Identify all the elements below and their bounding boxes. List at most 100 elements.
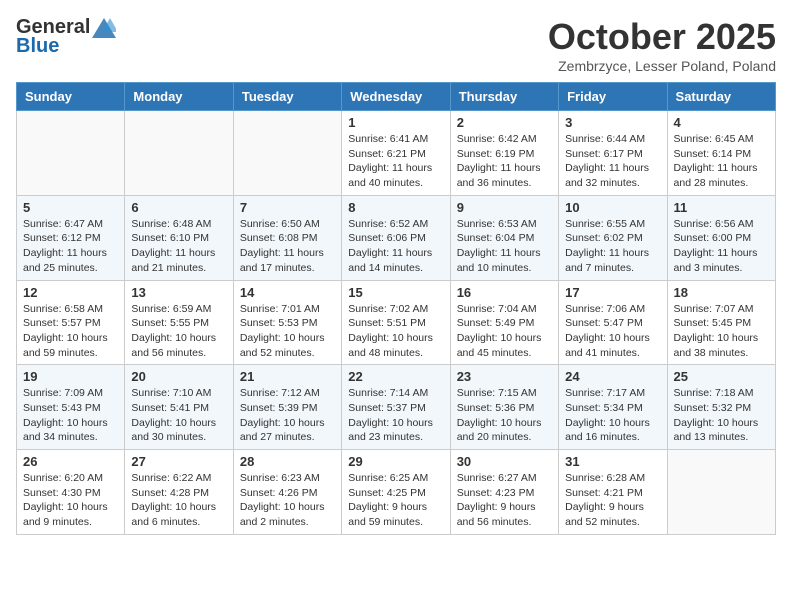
day-info: Sunrise: 6:55 AM Sunset: 6:02 PM Dayligh… [565, 217, 660, 276]
location-subtitle: Zembrzyce, Lesser Poland, Poland [548, 58, 776, 74]
day-number: 12 [23, 285, 118, 300]
column-header-saturday: Saturday [667, 83, 775, 111]
calendar-day-14: 14 Sunrise: 7:01 AM Sunset: 5:53 PM Dayli… [233, 280, 341, 365]
calendar-day-2: 2Sunrise: 6:42 AM Sunset: 6:19 PM Daylig… [450, 111, 558, 196]
day-info: Sunrise: 7:01 AM Sunset: 5:53 PM Dayligh… [240, 302, 335, 361]
day-info: Sunrise: 6:50 AM Sunset: 6:08 PM Dayligh… [240, 217, 335, 276]
day-number: 1 [348, 115, 443, 130]
day-number: 28 [240, 454, 335, 469]
day-number: 11 [674, 200, 769, 215]
day-info: Sunrise: 6:25 AM Sunset: 4:25 PM Dayligh… [348, 471, 443, 530]
day-number: 9 [457, 200, 552, 215]
day-number: 30 [457, 454, 552, 469]
calendar-day-4: 4Sunrise: 6:45 AM Sunset: 6:14 PM Daylig… [667, 111, 775, 196]
column-header-tuesday: Tuesday [233, 83, 341, 111]
day-info: Sunrise: 6:28 AM Sunset: 4:21 PM Dayligh… [565, 471, 660, 530]
calendar-day-26: 26 Sunrise: 6:20 AM Sunset: 4:30 PM Dayli… [17, 450, 125, 535]
day-number: 6 [131, 200, 226, 215]
title-area: October 2025 Zembrzyce, Lesser Poland, P… [548, 16, 776, 74]
day-number: 26 [23, 454, 118, 469]
day-number: 3 [565, 115, 660, 130]
calendar-day-1: 1Sunrise: 6:41 AM Sunset: 6:21 PM Daylig… [342, 111, 450, 196]
calendar-day-22: 22 Sunrise: 7:14 AM Sunset: 5:37 PM Dayli… [342, 365, 450, 450]
day-number: 25 [674, 369, 769, 384]
calendar-day-3: 3 Sunrise: 6:44 AM Sunset: 6:17 PM Daylig… [559, 111, 667, 196]
calendar-day-5: 5 Sunrise: 6:47 AM Sunset: 6:12 PM Daylig… [17, 195, 125, 280]
calendar-day-empty [667, 450, 775, 535]
logo-icon [92, 18, 116, 38]
calendar-day-28: 28 Sunrise: 6:23 AM Sunset: 4:26 PM Dayli… [233, 450, 341, 535]
calendar-day-25: 25 Sunrise: 7:18 AM Sunset: 5:32 PM Dayli… [667, 365, 775, 450]
calendar-day-23: 23Sunrise: 7:15 AM Sunset: 5:36 PM Dayli… [450, 365, 558, 450]
calendar-day-24: 24 Sunrise: 7:17 AM Sunset: 5:34 PM Dayli… [559, 365, 667, 450]
day-info: Sunrise: 6:59 AM Sunset: 5:55 PM Dayligh… [131, 302, 226, 361]
day-number: 31 [565, 454, 660, 469]
calendar-day-27: 27 Sunrise: 6:22 AM Sunset: 4:28 PM Dayli… [125, 450, 233, 535]
day-info: Sunrise: 6:22 AM Sunset: 4:28 PM Dayligh… [131, 471, 226, 530]
day-number: 24 [565, 369, 660, 384]
calendar-day-12: 12 Sunrise: 6:58 AM Sunset: 5:57 PM Dayli… [17, 280, 125, 365]
day-number: 16 [457, 285, 552, 300]
calendar-day-15: 15Sunrise: 7:02 AM Sunset: 5:51 PM Dayli… [342, 280, 450, 365]
day-number: 18 [674, 285, 769, 300]
day-info: Sunrise: 7:14 AM Sunset: 5:37 PM Dayligh… [348, 386, 443, 445]
calendar-header-row: SundayMondayTuesdayWednesdayThursdayFrid… [17, 83, 776, 111]
calendar-day-21: 21Sunrise: 7:12 AM Sunset: 5:39 PM Dayli… [233, 365, 341, 450]
calendar-day-19: 19 Sunrise: 7:09 AM Sunset: 5:43 PM Dayli… [17, 365, 125, 450]
calendar-day-31: 31 Sunrise: 6:28 AM Sunset: 4:21 PM Dayli… [559, 450, 667, 535]
day-number: 13 [131, 285, 226, 300]
day-number: 2 [457, 115, 552, 130]
calendar-day-11: 11 Sunrise: 6:56 AM Sunset: 6:00 PM Dayli… [667, 195, 775, 280]
calendar-day-20: 20 Sunrise: 7:10 AM Sunset: 5:41 PM Dayli… [125, 365, 233, 450]
day-info: Sunrise: 6:20 AM Sunset: 4:30 PM Dayligh… [23, 471, 118, 530]
day-info: Sunrise: 7:04 AM Sunset: 5:49 PM Dayligh… [457, 302, 552, 361]
calendar-day-empty [17, 111, 125, 196]
day-number: 23 [457, 369, 552, 384]
calendar-day-17: 17Sunrise: 7:06 AM Sunset: 5:47 PM Dayli… [559, 280, 667, 365]
day-info: Sunrise: 7:09 AM Sunset: 5:43 PM Dayligh… [23, 386, 118, 445]
calendar-week-4: 19 Sunrise: 7:09 AM Sunset: 5:43 PM Dayli… [17, 365, 776, 450]
day-info: Sunrise: 6:44 AM Sunset: 6:17 PM Dayligh… [565, 132, 660, 191]
day-info: Sunrise: 6:23 AM Sunset: 4:26 PM Dayligh… [240, 471, 335, 530]
column-header-friday: Friday [559, 83, 667, 111]
day-info: Sunrise: 6:48 AM Sunset: 6:10 PM Dayligh… [131, 217, 226, 276]
day-info: Sunrise: 7:12 AM Sunset: 5:39 PM Dayligh… [240, 386, 335, 445]
calendar-day-6: 6 Sunrise: 6:48 AM Sunset: 6:10 PM Daylig… [125, 195, 233, 280]
calendar-day-9: 9Sunrise: 6:53 AM Sunset: 6:04 PM Daylig… [450, 195, 558, 280]
day-number: 29 [348, 454, 443, 469]
calendar-day-16: 16 Sunrise: 7:04 AM Sunset: 5:49 PM Dayli… [450, 280, 558, 365]
day-info: Sunrise: 6:47 AM Sunset: 6:12 PM Dayligh… [23, 217, 118, 276]
calendar-day-7: 7 Sunrise: 6:50 AM Sunset: 6:08 PM Daylig… [233, 195, 341, 280]
day-number: 14 [240, 285, 335, 300]
column-header-thursday: Thursday [450, 83, 558, 111]
calendar-day-empty [125, 111, 233, 196]
header: General Blue October 2025 Zembrzyce, Les… [16, 16, 776, 74]
day-info: Sunrise: 7:18 AM Sunset: 5:32 PM Dayligh… [674, 386, 769, 445]
column-header-wednesday: Wednesday [342, 83, 450, 111]
day-info: Sunrise: 7:10 AM Sunset: 5:41 PM Dayligh… [131, 386, 226, 445]
day-number: 20 [131, 369, 226, 384]
calendar-day-29: 29 Sunrise: 6:25 AM Sunset: 4:25 PM Dayli… [342, 450, 450, 535]
day-number: 10 [565, 200, 660, 215]
calendar-day-30: 30Sunrise: 6:27 AM Sunset: 4:23 PM Dayli… [450, 450, 558, 535]
calendar-day-18: 18 Sunrise: 7:07 AM Sunset: 5:45 PM Dayli… [667, 280, 775, 365]
day-number: 8 [348, 200, 443, 215]
day-number: 7 [240, 200, 335, 215]
day-number: 22 [348, 369, 443, 384]
calendar-day-empty [233, 111, 341, 196]
day-info: Sunrise: 6:56 AM Sunset: 6:00 PM Dayligh… [674, 217, 769, 276]
day-info: Sunrise: 7:07 AM Sunset: 5:45 PM Dayligh… [674, 302, 769, 361]
day-number: 15 [348, 285, 443, 300]
day-number: 19 [23, 369, 118, 384]
calendar-day-13: 13 Sunrise: 6:59 AM Sunset: 5:55 PM Dayli… [125, 280, 233, 365]
day-number: 5 [23, 200, 118, 215]
day-number: 27 [131, 454, 226, 469]
day-info: Sunrise: 6:58 AM Sunset: 5:57 PM Dayligh… [23, 302, 118, 361]
day-info: Sunrise: 6:52 AM Sunset: 6:06 PM Dayligh… [348, 217, 443, 276]
column-header-monday: Monday [125, 83, 233, 111]
day-info: Sunrise: 7:17 AM Sunset: 5:34 PM Dayligh… [565, 386, 660, 445]
calendar-day-8: 8 Sunrise: 6:52 AM Sunset: 6:06 PM Daylig… [342, 195, 450, 280]
column-header-sunday: Sunday [17, 83, 125, 111]
calendar-week-1: 1Sunrise: 6:41 AM Sunset: 6:21 PM Daylig… [17, 111, 776, 196]
logo: General Blue [16, 16, 118, 58]
